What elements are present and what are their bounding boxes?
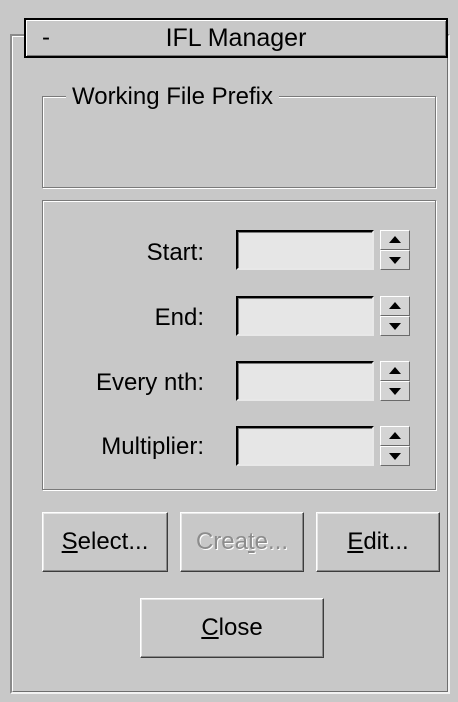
close-mnemonic: C (201, 614, 219, 641)
edit-mnemonic: E (347, 528, 364, 555)
spinner-down-icon[interactable] (380, 381, 410, 401)
edit-label-rest: dit... (363, 528, 409, 555)
every-nth-label: Every nth: (95, 369, 204, 396)
rollout-title: IFL Manager (165, 24, 307, 52)
start-spinner-field[interactable] (236, 230, 374, 270)
multiplier-spinner-field[interactable] (236, 426, 374, 466)
working-file-prefix-label: Working File Prefix (66, 82, 279, 112)
start-label: Start: (146, 239, 204, 266)
select-button[interactable]: Select... (42, 512, 168, 572)
create-button[interactable]: Create... (180, 512, 304, 572)
create-mnemonic: t (248, 528, 255, 555)
every-nth-spinner-field[interactable] (236, 361, 374, 401)
spinner-up-icon[interactable] (380, 296, 410, 316)
spinner-up-icon[interactable] (380, 230, 410, 250)
create-label-rest: e... (254, 528, 289, 555)
multiplier-label: Multiplier: (101, 433, 204, 460)
spinner-up-icon[interactable] (380, 426, 410, 446)
spinner-down-icon[interactable] (380, 316, 410, 336)
close-button[interactable]: Close (140, 598, 324, 658)
start-spinner-buttons[interactable] (380, 230, 410, 270)
spinner-up-icon[interactable] (380, 361, 410, 381)
spinner-down-icon[interactable] (380, 250, 410, 270)
create-label-start: Crea (195, 528, 248, 555)
close-label-rest: lose (218, 614, 263, 641)
edit-button[interactable]: Edit... (316, 512, 440, 572)
multiplier-spinner-buttons[interactable] (380, 426, 410, 466)
end-spinner-field[interactable] (236, 296, 374, 336)
select-label-rest: elect... (77, 528, 149, 555)
select-mnemonic: S (61, 528, 78, 555)
spinner-down-icon[interactable] (380, 446, 410, 466)
rollout-title-bar[interactable]: - IFL Manager (24, 18, 448, 58)
end-label: End: (154, 304, 204, 331)
end-spinner-buttons[interactable] (380, 296, 410, 336)
every-nth-spinner-buttons[interactable] (380, 361, 410, 401)
